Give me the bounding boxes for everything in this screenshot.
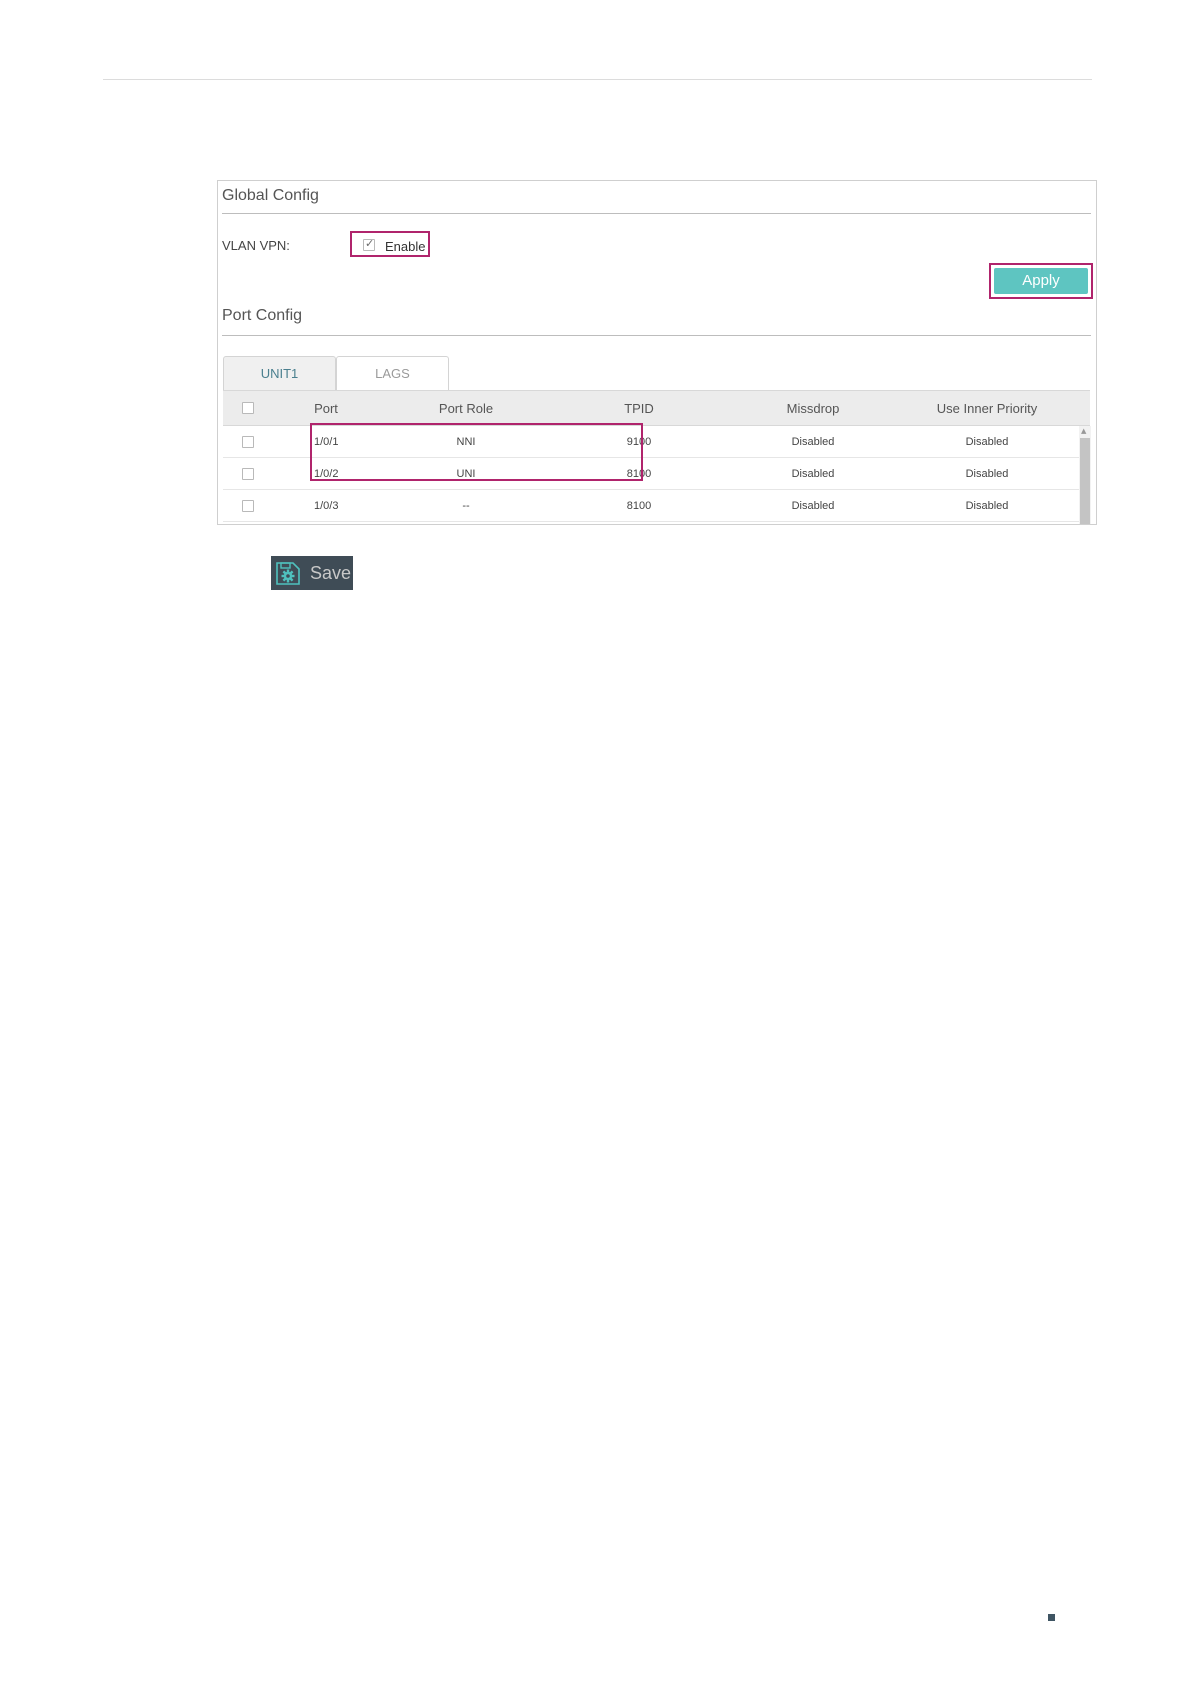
select-all-checkbox[interactable] <box>242 402 254 414</box>
tab-unit1[interactable]: UNIT1 <box>223 356 336 390</box>
port-role-cell: -- <box>462 500 470 512</box>
port-config-divider <box>222 335 1091 336</box>
missdrop-cell: Disabled <box>791 500 835 512</box>
save-button[interactable]: Save <box>271 556 353 590</box>
row-checkbox[interactable] <box>242 468 254 480</box>
save-gear-icon <box>276 562 300 585</box>
row-checkbox[interactable] <box>242 436 254 448</box>
apply-button[interactable]: Apply <box>994 268 1088 294</box>
scroll-up-arrow-icon[interactable]: ▲ <box>1081 427 1086 435</box>
global-config-title: Global Config <box>222 187 319 204</box>
column-header-tpid[interactable]: TPID <box>624 401 654 416</box>
apply-highlight-box: Apply <box>989 263 1093 299</box>
row-checkbox[interactable] <box>242 500 254 512</box>
page-marker <box>1048 1614 1055 1621</box>
enable-checkbox[interactable] <box>363 237 375 251</box>
save-label: Save <box>310 563 352 583</box>
edited-rows-highlight-box <box>310 423 643 481</box>
inner-priority-cell: Disabled <box>965 500 1009 512</box>
inner-priority-cell: Disabled <box>965 436 1009 448</box>
scrollbar-thumb[interactable] <box>1080 438 1090 524</box>
column-header-use-inner-priority[interactable]: Use Inner Priority <box>937 401 1037 416</box>
tpid-cell: 8100 <box>626 500 652 512</box>
table-scrollbar[interactable]: ▲ <box>1079 426 1091 524</box>
column-header-port[interactable]: Port <box>314 401 338 416</box>
port-config-title: Port Config <box>222 307 303 324</box>
enable-label: Enable <box>385 239 426 254</box>
inner-priority-cell: Disabled <box>965 468 1009 480</box>
enable-highlight-box: Enable <box>350 231 430 257</box>
port-cell: 1/0/3 <box>314 500 339 512</box>
header-divider <box>103 79 1092 80</box>
table-row[interactable]: 1/0/3 -- 8100 Disabled Disabled <box>223 490 1079 522</box>
missdrop-cell: Disabled <box>791 436 835 448</box>
vlan-vpn-panel: Global Config VLAN VPN: Enable Apply Por… <box>217 180 1097 525</box>
column-header-port-role[interactable]: Port Role <box>439 401 493 416</box>
missdrop-cell: Disabled <box>791 468 835 480</box>
tab-lags[interactable]: LAGS <box>336 356 449 390</box>
port-table-header: Port Port Role TPID Missdrop Use Inner P… <box>223 390 1090 426</box>
column-header-missdrop[interactable]: Missdrop <box>787 401 840 416</box>
global-config-divider <box>222 213 1091 214</box>
vlan-vpn-label: VLAN VPN: <box>222 238 290 253</box>
